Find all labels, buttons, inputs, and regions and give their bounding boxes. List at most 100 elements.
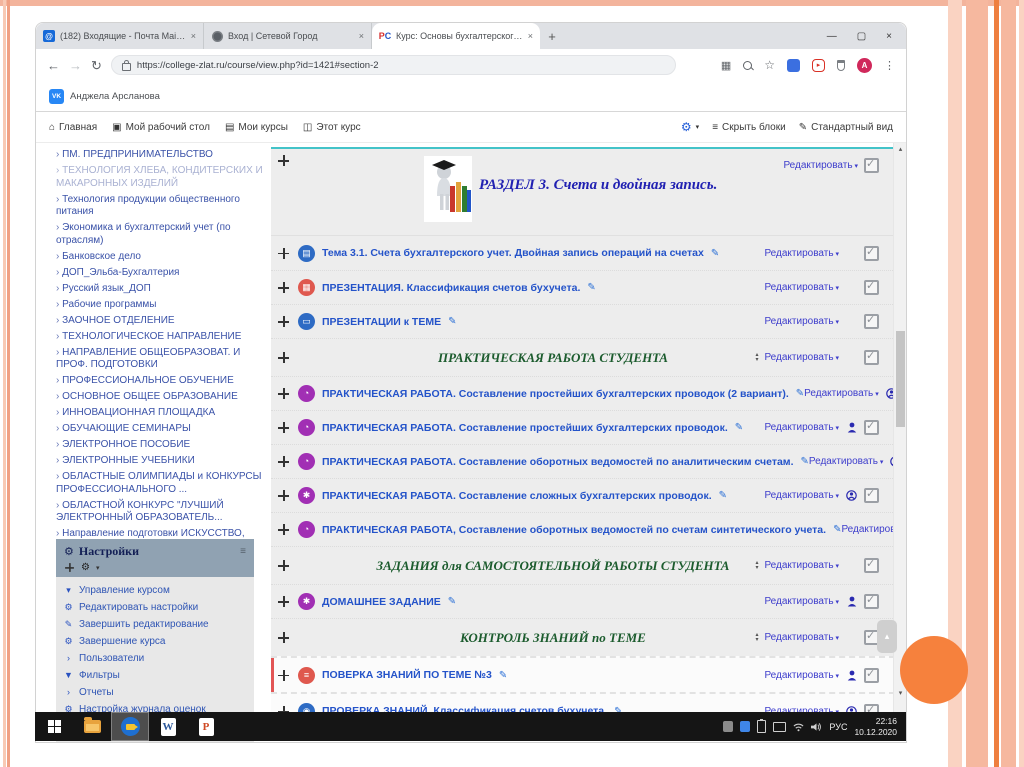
sidebar-category[interactable]: ОСНОВНОЕ ОБЩЕЕ ОБРАЗОВАНИЕ [56,391,268,404]
restore-icon[interactable]: ▢ [857,31,866,42]
sidebar-category[interactable]: ОБУЧАЮЩИЕ СЕМИНАРЫ [56,423,268,436]
tab-netcity[interactable]: Вход | Сетевой Город × [204,23,372,49]
tab-close-icon[interactable]: × [191,31,196,41]
activity-link[interactable]: Тема 3.1. Счета бухгалтерского учет. Дво… [322,247,704,259]
move-icon[interactable] [65,563,74,572]
sidebar-category[interactable]: ОБЛАСТНОЙ КОНКУРС "ЛУЧШИЙ ЭЛЕКТРОННЫЙ ОБ… [56,500,268,525]
activity-link[interactable]: ПРАКТИЧЕСКАЯ РАБОТА, Составление оборотн… [322,524,826,536]
edit-title-icon[interactable] [735,422,743,433]
scroll-up-icon[interactable]: ▴ [894,145,906,153]
sidebar-category[interactable]: ЭЛЕКТРОННОЕ ПОСОБИЕ [56,439,268,452]
tray-app-blue-icon[interactable] [740,721,751,732]
forward-icon[interactable]: → [69,59,82,72]
language-indicator[interactable]: РУС [829,722,847,732]
move-icon[interactable] [278,490,289,501]
edit-menu[interactable]: Редактировать [764,248,839,259]
visibility-checkbox[interactable] [864,557,879,573]
sidebar-category[interactable]: ТЕХНОЛОГИЯ ХЛЕБА, КОНДИТЕРСКИХ И МАКАРОН… [56,165,268,190]
back-to-top-button[interactable]: ▴ [877,620,897,653]
close-icon[interactable]: × [886,31,892,42]
settings-item[interactable]: ▼ Фильтры [63,670,247,681]
edit-title-icon[interactable] [796,388,804,399]
activity-link[interactable]: ПРАКТИЧЕСКАЯ РАБОТА. Составление простей… [322,388,789,400]
edit-menu[interactable]: Редактировать [764,316,839,327]
tray-app-icon[interactable] [723,721,734,732]
move-icon[interactable] [278,388,289,399]
nav-this-course[interactable]: ◫ Этот курс [303,122,361,133]
visibility-checkbox[interactable] [864,487,879,503]
sidebar-category[interactable]: ДОП_Эльба-Бухгалтерия [56,267,268,280]
move-icon[interactable] [278,669,289,681]
file-explorer-button[interactable] [73,712,111,741]
move-updown-icon[interactable]: ▴ ▾ [755,560,758,571]
sidebar-category[interactable]: Банковское дело [56,251,268,264]
edit-menu[interactable]: Редактировать [764,560,839,571]
back-icon[interactable]: ← [47,59,60,72]
tab-mail[interactable]: @ (182) Входящие - Почта Mail.ru × [36,23,204,49]
extension-red-icon[interactable]: ▸ [812,58,825,72]
extension-blue-icon[interactable] [787,58,800,72]
user-icon[interactable] [845,669,858,682]
visibility-checkbox[interactable] [864,313,879,329]
tab-course-active[interactable]: РС Курс: Основы бухгалтерского уч × [372,23,540,49]
move-icon[interactable] [278,155,289,166]
sidebar-category[interactable]: ЗАОЧНОЕ ОТДЕЛЕНИЕ [56,315,268,328]
nav-dashboard[interactable]: ▣ Мой рабочий стол [112,122,210,133]
move-icon[interactable] [278,352,289,363]
sidebar-category[interactable]: НАПРАВЛЕНИЕ ОБЩЕОБРАЗОВАТ. И ПРОФ. ПОДГО… [56,347,268,372]
visibility-checkbox[interactable] [864,593,879,609]
hide-blocks-button[interactable]: ≡ Скрыть блоки [712,122,786,133]
address-bar[interactable]: https://college-zlat.ru/course/view.php?… [110,55,676,75]
volume-icon[interactable] [811,721,822,732]
move-updown-icon[interactable]: ▴ ▾ [755,352,758,363]
move-updown-icon[interactable]: ▴ ▾ [755,632,758,643]
edit-menu[interactable]: Редактировать [764,352,839,363]
edit-title-icon[interactable] [499,670,507,681]
settings-item[interactable]: › Отчеты [63,687,247,698]
settings-item[interactable]: ▾ Управление курсом [63,585,247,596]
visibility-checkbox[interactable] [864,157,879,173]
apps-grid-icon[interactable]: ▦ [721,59,731,72]
edit-menu[interactable]: Редактировать [764,422,839,433]
activity-link[interactable]: ПРЕЗЕНТАЦИИ к ТЕМЕ [322,316,441,328]
nav-my-courses[interactable]: ▤ Мои курсы [225,122,288,133]
scrollbar-thumb[interactable] [896,331,905,427]
sidebar-category[interactable]: ПМ. ПРЕДПРИНИМАТЕЛЬСТВО [56,149,268,162]
tab-close-icon[interactable]: × [528,31,533,41]
start-button[interactable] [35,712,73,741]
edit-menu[interactable]: Редактировать [764,490,839,501]
word-button[interactable]: W [149,712,187,741]
bookmark-label[interactable]: Анджела Арсланова [70,91,160,102]
move-icon[interactable] [278,282,289,293]
menu-dots-icon[interactable]: ⋮ [884,59,895,72]
move-icon[interactable] [278,632,289,643]
scroll-down-icon[interactable]: ▾ [894,689,906,697]
move-icon[interactable] [278,596,289,607]
activity-link[interactable]: ПРАКТИЧЕСКАЯ РАБОТА. Составление сложных… [322,490,712,502]
edit-title-icon[interactable] [711,248,719,259]
edit-title-icon[interactable] [801,456,809,467]
settings-item[interactable]: ⚙ Редактировать настройки [63,602,247,613]
minimize-icon[interactable]: — [827,31,837,42]
edit-menu[interactable]: Редактировать [841,524,895,535]
move-icon[interactable] [278,560,289,571]
edit-menu[interactable]: Редактировать [764,632,839,643]
camera-app-button[interactable] [111,712,149,741]
move-icon[interactable] [278,422,289,433]
sidebar-category[interactable]: ТЕХНОЛОГИЧЕСКОЕ НАПРАВЛЕНИЕ [56,331,268,344]
sidebar-category[interactable]: ИННОВАЦИОННАЯ ПЛОЩАДКА [56,407,268,420]
edit-title-icon[interactable] [448,316,456,327]
extension-cup-icon[interactable] [837,59,845,71]
reload-icon[interactable]: ↻ [91,59,102,72]
visibility-checkbox[interactable] [864,245,879,261]
settings-item[interactable]: › Пользователи [63,653,247,664]
move-icon[interactable] [278,316,289,327]
new-tab-button[interactable]: + [540,29,564,44]
nav-home[interactable]: ⌂ Главная [49,122,97,133]
activity-link[interactable]: ПРЕЗЕНТАЦИЯ. Классификация счетов бухуче… [322,282,580,294]
visibility-checkbox[interactable] [864,667,879,683]
sidebar-category[interactable]: ОБЛАСТНЫЕ ОЛИМПИАДЫ и КОНКУРСЫ ПРОФЕССИО… [56,471,268,496]
activity-link[interactable]: ДОМАШНЕЕ ЗАДАНИЕ [322,596,441,608]
visibility-checkbox[interactable] [864,349,879,365]
hamburger-icon[interactable]: ≡ [240,546,246,557]
